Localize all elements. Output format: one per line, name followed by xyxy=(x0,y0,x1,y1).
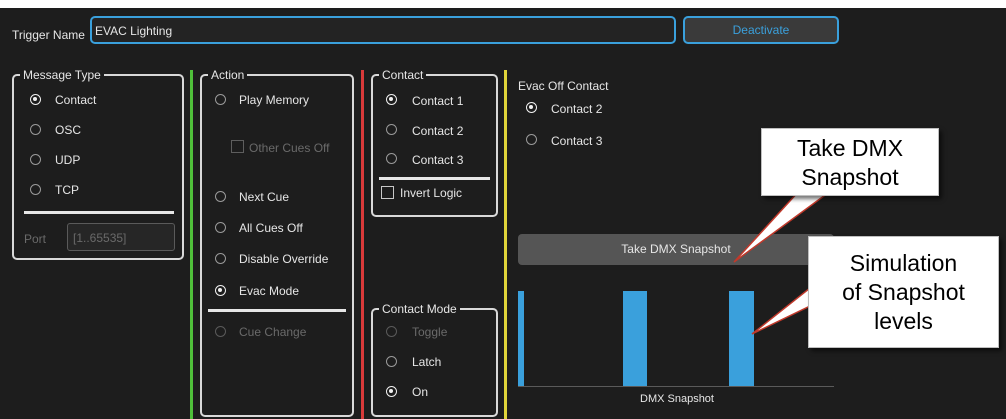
callout-sim-line3: levels xyxy=(874,308,933,334)
callout-pointers xyxy=(733,189,835,335)
callout-sim-line2: of Snapshot xyxy=(842,279,965,305)
simulation-callout-pointer xyxy=(751,286,811,335)
callout-simulation-of-snapshot: Simulation of Snapshot levels xyxy=(808,236,999,348)
callout-take-dmx-line2: Snapshot xyxy=(801,164,899,190)
callout-take-dmx-snapshot: Take DMX Snapshot xyxy=(761,128,939,196)
callout-take-dmx-line1: Take DMX xyxy=(796,135,904,161)
callout-sim-line1: Simulation xyxy=(849,250,958,276)
